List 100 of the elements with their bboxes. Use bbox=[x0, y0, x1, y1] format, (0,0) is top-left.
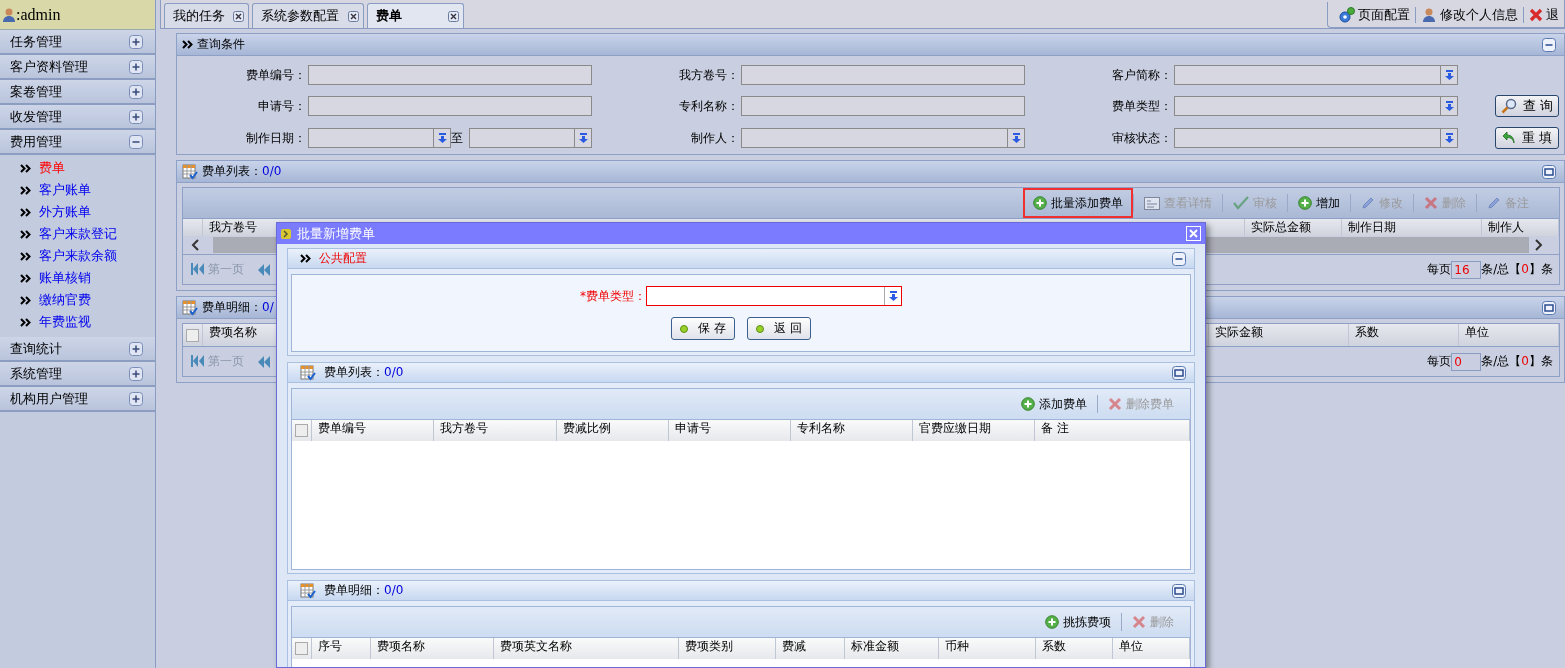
scroll-left-icon[interactable] bbox=[191, 239, 199, 251]
column-header: 费减比例 bbox=[563, 421, 611, 435]
double-chevron-icon bbox=[20, 317, 31, 327]
select-field[interactable] bbox=[1174, 128, 1458, 148]
sidebar-link[interactable]: 缴纳官费 bbox=[20, 289, 155, 311]
sidebar-item[interactable]: 任务管理 bbox=[0, 30, 155, 55]
pencil-icon bbox=[1487, 196, 1501, 210]
plus-icon[interactable] bbox=[129, 109, 143, 124]
dot-icon bbox=[756, 324, 765, 333]
previous-page-icon[interactable] bbox=[258, 263, 270, 276]
checkbox[interactable] bbox=[295, 642, 308, 655]
select-field[interactable] bbox=[308, 128, 451, 148]
column-header: 制作日期 bbox=[1348, 220, 1396, 234]
sidebar-link[interactable]: 客户账单 bbox=[20, 179, 155, 201]
select-field[interactable] bbox=[1174, 65, 1458, 85]
double-chevron-icon bbox=[20, 229, 31, 239]
double-chevron-icon bbox=[20, 163, 31, 173]
select-field[interactable] bbox=[741, 128, 1025, 148]
sidebar-item[interactable]: 收发管理 bbox=[0, 105, 155, 130]
input-field[interactable] bbox=[741, 65, 1025, 85]
select-field[interactable] bbox=[469, 128, 592, 148]
dialog-title: 批量新增费单 bbox=[297, 225, 375, 242]
column-header: 序号 bbox=[318, 639, 342, 653]
sidebar-item[interactable]: 客户资料管理 bbox=[0, 55, 155, 80]
sidebar-link[interactable]: 年费监视 bbox=[20, 311, 155, 333]
toolbar-button[interactable]: 增加 bbox=[1288, 188, 1350, 218]
dialog-button[interactable]: 保 存 bbox=[671, 317, 735, 340]
sidebar-item[interactable]: 查询统计 bbox=[0, 337, 155, 362]
column-header: 费减 bbox=[782, 639, 806, 653]
select-field[interactable] bbox=[646, 286, 902, 306]
sidebar-item[interactable]: 费用管理 bbox=[0, 130, 155, 155]
sidebar-link[interactable]: 客户来款登记 bbox=[20, 223, 155, 245]
down-arrow-icon bbox=[1444, 70, 1454, 80]
sidebar-link[interactable]: 外方账单 bbox=[20, 201, 155, 223]
top-link[interactable]: 修改个人信息 bbox=[1416, 6, 1524, 23]
top-link[interactable]: 退 bbox=[1524, 6, 1564, 23]
checkbox[interactable] bbox=[295, 424, 308, 437]
minus-icon[interactable] bbox=[129, 134, 143, 149]
section-title: 费单明细：0/0 bbox=[324, 583, 404, 598]
input-field[interactable] bbox=[308, 96, 592, 116]
field-label: 费单编号： bbox=[245, 67, 307, 83]
checkbox[interactable] bbox=[186, 328, 199, 342]
range-separator: 至 bbox=[451, 130, 464, 146]
column-header: 我方卷号 bbox=[209, 220, 257, 234]
down-arrow-icon bbox=[1011, 133, 1021, 143]
column-header: 实际金额 bbox=[1215, 325, 1263, 339]
scroll-right-icon[interactable] bbox=[1535, 239, 1543, 251]
plus-icon[interactable] bbox=[129, 59, 143, 74]
plus-icon[interactable] bbox=[129, 34, 143, 49]
collapse-icon[interactable] bbox=[1542, 300, 1556, 315]
close-icon[interactable] bbox=[233, 10, 244, 22]
plus-icon[interactable] bbox=[129, 391, 143, 406]
toolbar-button[interactable]: 批量添加费单 bbox=[1023, 188, 1133, 218]
reset-button[interactable]: 重 填 bbox=[1495, 127, 1559, 149]
tab[interactable]: 我的任务 bbox=[164, 3, 249, 28]
sidebar-item[interactable]: 机构用户管理 bbox=[0, 387, 155, 412]
down-arrow-icon bbox=[888, 291, 898, 301]
field-label: *费单类型： bbox=[580, 288, 646, 304]
plus-icon[interactable] bbox=[129, 84, 143, 99]
toolbar-button[interactable]: 挑拣费项 bbox=[1035, 607, 1121, 637]
plus-icon[interactable] bbox=[129, 366, 143, 381]
sidebar-link[interactable]: 客户来款余额 bbox=[20, 245, 155, 267]
minimize-icon[interactable] bbox=[1172, 251, 1186, 266]
sidebar-item-label: 任务管理 bbox=[10, 33, 62, 50]
dialog-button[interactable]: 返 回 bbox=[747, 317, 811, 340]
down-arrow-icon bbox=[1444, 133, 1454, 143]
collapse-icon[interactable] bbox=[1542, 164, 1556, 179]
select-field[interactable] bbox=[1174, 96, 1458, 116]
double-chevron-icon bbox=[182, 40, 193, 49]
plus-icon[interactable] bbox=[129, 341, 143, 356]
column-header: 费项名称 bbox=[377, 639, 425, 653]
close-icon[interactable] bbox=[348, 10, 359, 22]
collapse-icon[interactable] bbox=[1172, 583, 1186, 598]
sidebar-item-label: 收发管理 bbox=[10, 108, 62, 125]
search-button[interactable]: 查 询 bbox=[1495, 95, 1559, 117]
document-icon bbox=[1144, 196, 1160, 210]
input-field[interactable] bbox=[308, 65, 592, 85]
toolbar-button[interactable]: 添加费单 bbox=[1011, 389, 1097, 419]
tab[interactable]: 系统参数配置 bbox=[252, 3, 364, 28]
table-check-icon bbox=[300, 582, 316, 599]
column-header: 费单编号 bbox=[318, 421, 366, 435]
user-name: :admin bbox=[16, 4, 61, 25]
user-icon bbox=[2, 6, 16, 23]
column-header: 实际总金额 bbox=[1251, 220, 1311, 234]
sidebar-item[interactable]: 系统管理 bbox=[0, 362, 155, 387]
close-icon[interactable] bbox=[448, 10, 459, 22]
previous-page-icon[interactable] bbox=[258, 355, 270, 368]
close-icon bbox=[1529, 7, 1543, 22]
close-button[interactable] bbox=[1186, 226, 1201, 241]
tab[interactable]: 费单 bbox=[367, 3, 464, 28]
collapse-icon[interactable] bbox=[1172, 365, 1186, 380]
sidebar-item[interactable]: 案卷管理 bbox=[0, 80, 155, 105]
pager-label: 】条 bbox=[1529, 354, 1553, 369]
sidebar-link[interactable]: 账单核销 bbox=[20, 267, 155, 289]
field-label: 制作人： bbox=[690, 130, 740, 146]
top-link[interactable]: 页面配置 bbox=[1334, 6, 1416, 23]
plus-circle-icon bbox=[1021, 397, 1035, 411]
minimize-icon[interactable] bbox=[1542, 37, 1556, 52]
input-field[interactable] bbox=[741, 96, 1025, 116]
plus-circle-icon bbox=[1033, 196, 1047, 210]
